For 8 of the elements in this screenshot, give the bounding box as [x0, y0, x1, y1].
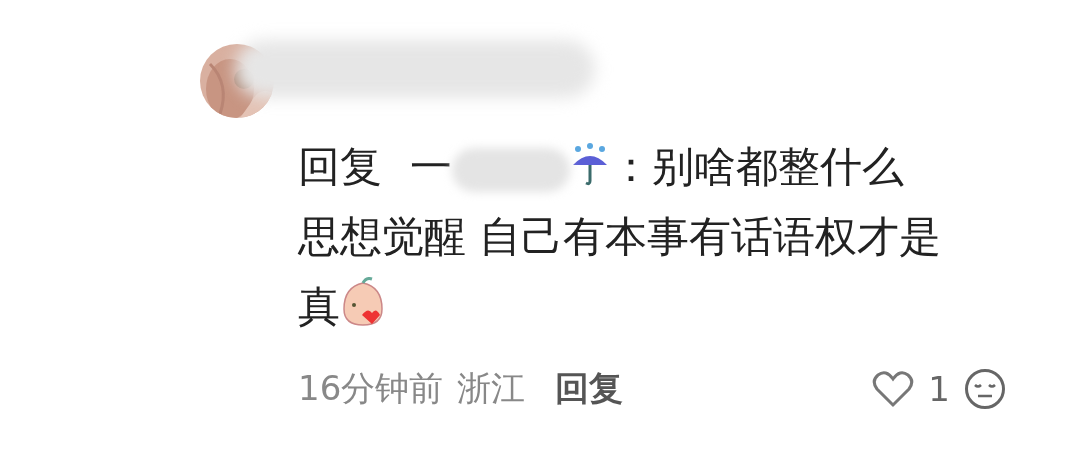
comment-text: 回复 一 ：别啥都整什么 思想觉醒 自己有本事有话语权才是 真: [298, 141, 943, 333]
kiss-sticker-icon: [340, 277, 386, 327]
comment-time: 16分钟前: [298, 367, 444, 410]
heart-icon[interactable]: [872, 370, 915, 408]
comment-location: 浙江: [457, 367, 526, 410]
reply-button[interactable]: 回复: [555, 366, 624, 412]
like-count: 1: [928, 369, 950, 409]
neutral-face-icon[interactable]: [964, 368, 1006, 410]
